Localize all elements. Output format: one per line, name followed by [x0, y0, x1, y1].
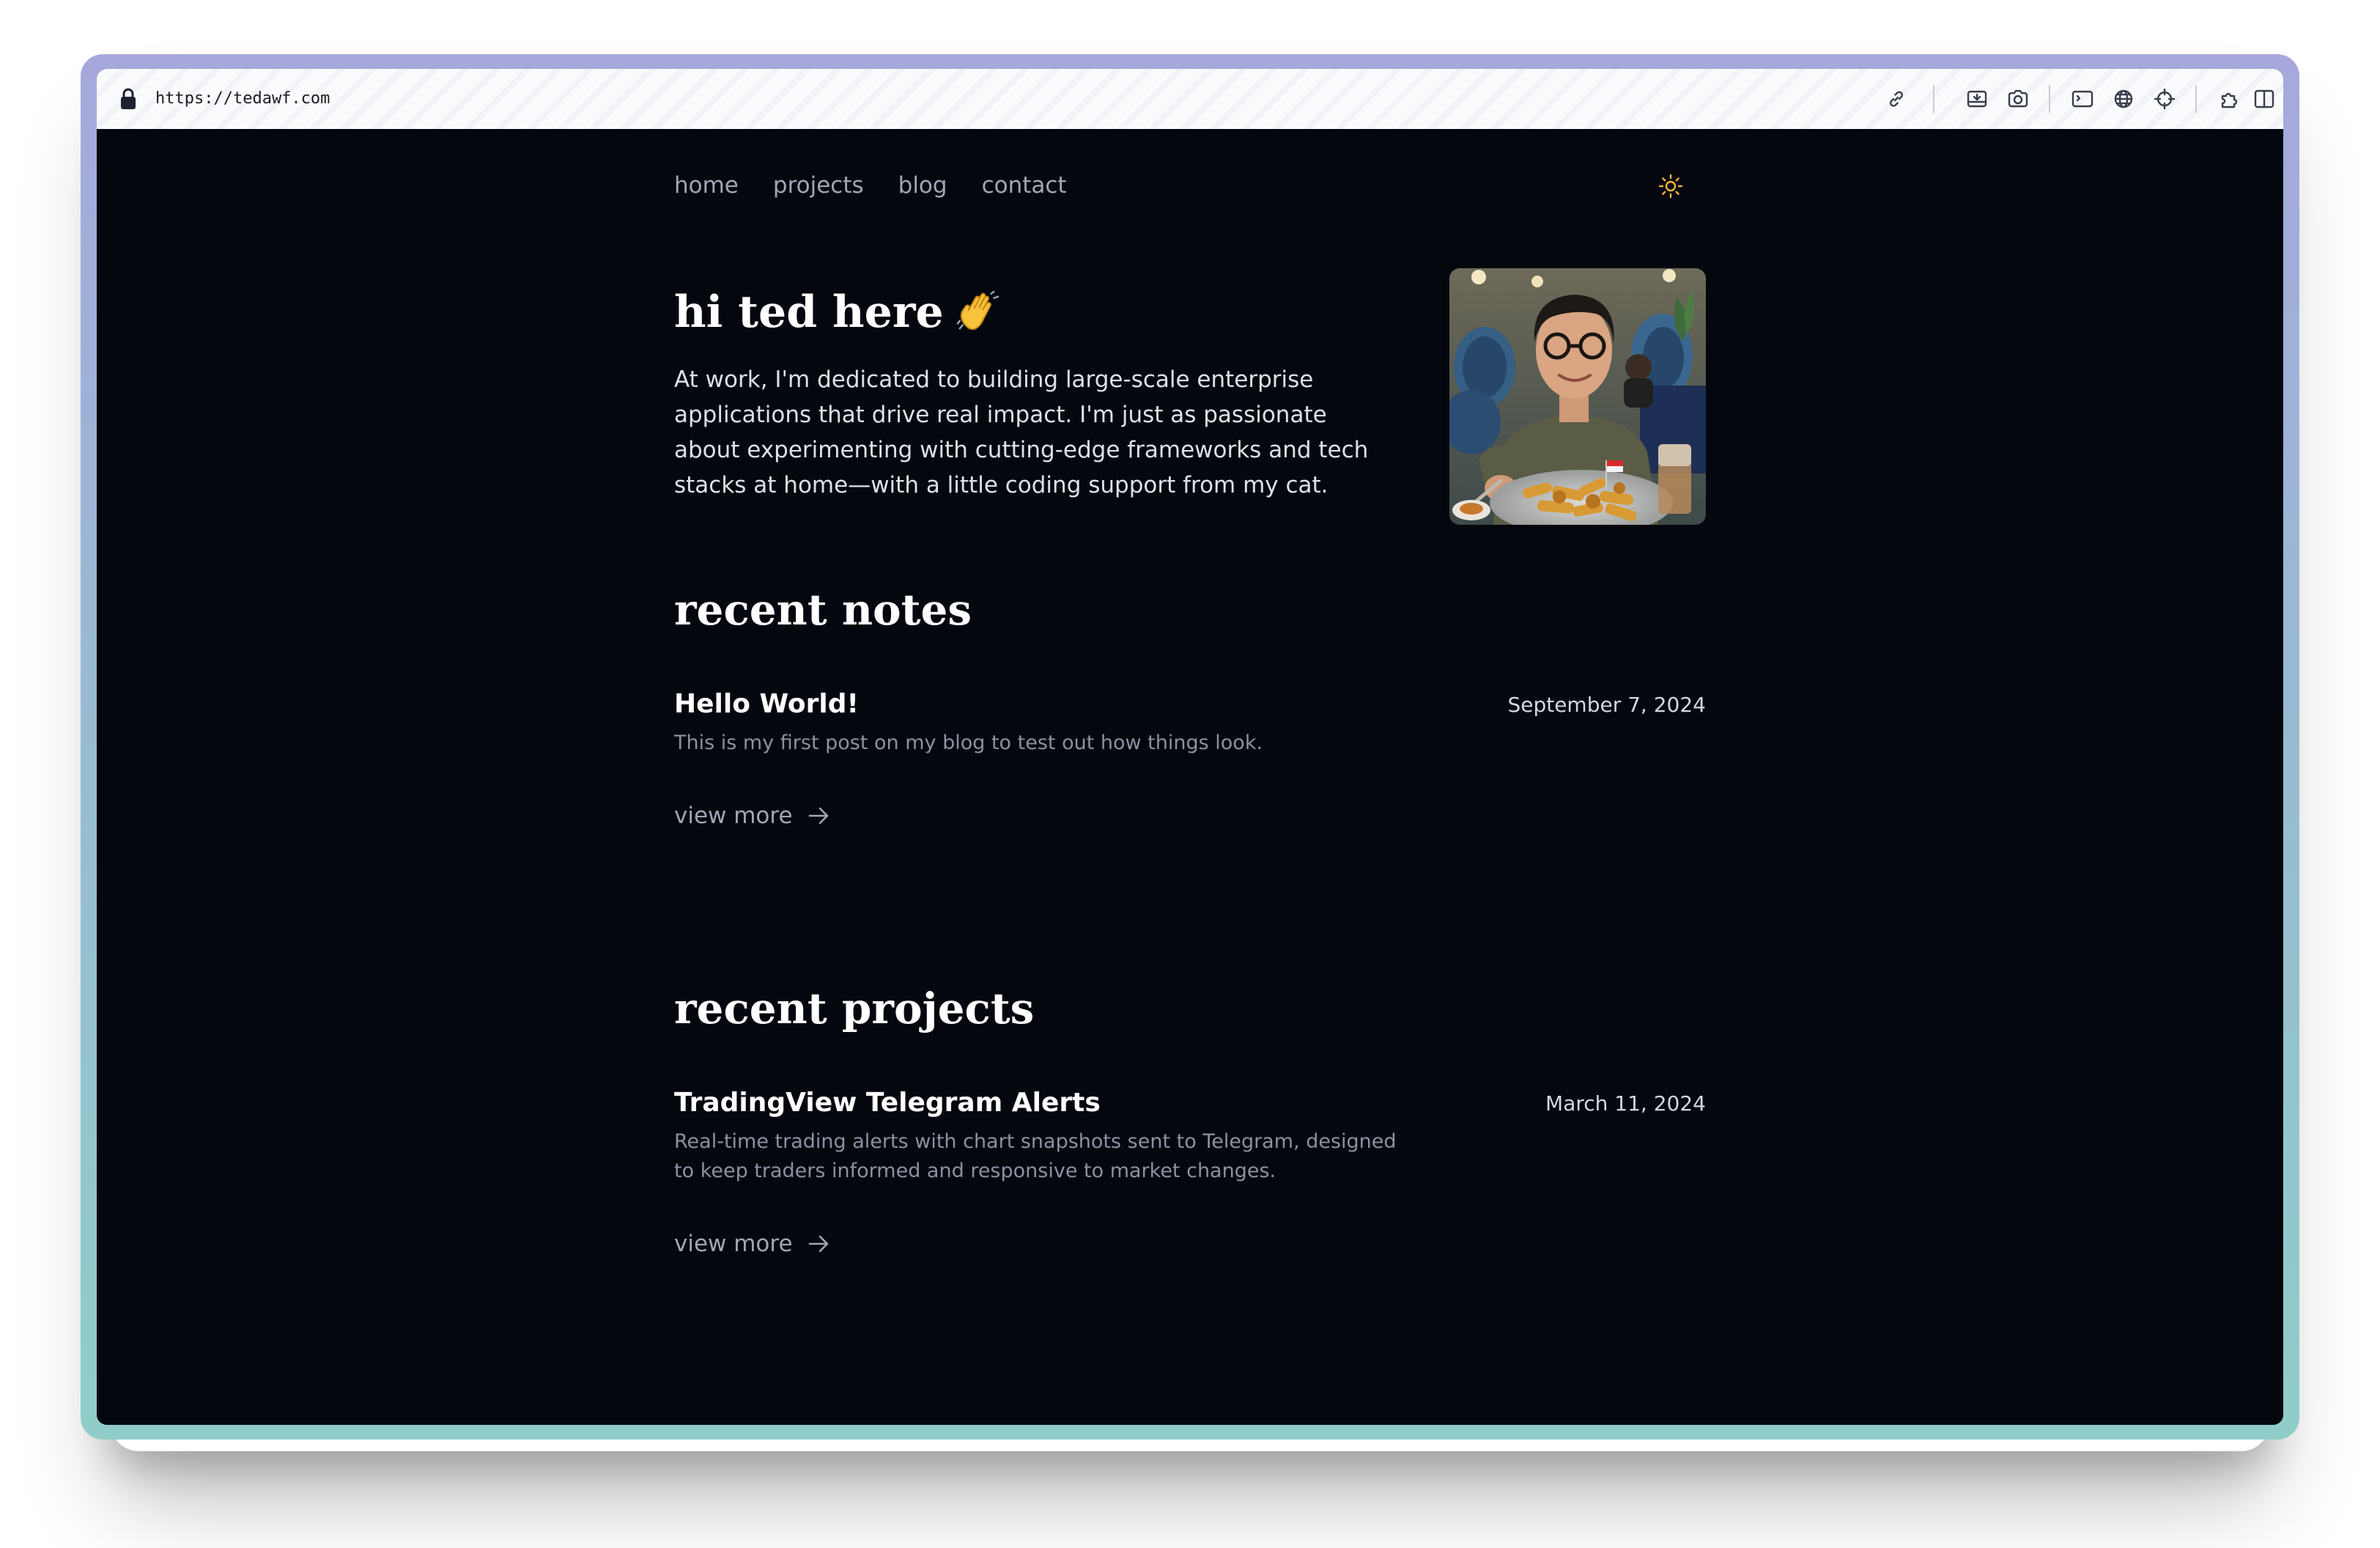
project-description: Real-time trading alerts with chart snap… [674, 1130, 1397, 1182]
browser-window: https://tedawf.com home projects blog co… [97, 69, 2283, 1425]
url-text[interactable]: https://tedawf.com [155, 86, 330, 111]
hero-title-text: hi ted here [674, 287, 944, 338]
recent-projects-heading: recent projects [674, 984, 1035, 1033]
waving-hand-icon [956, 290, 999, 330]
sun-icon[interactable] [1658, 173, 1684, 199]
globe-icon[interactable] [2109, 84, 2138, 114]
project-date: March 11, 2024 [1545, 1091, 1706, 1116]
nav-home-link[interactable]: home [674, 167, 739, 204]
nav-blog-link[interactable]: blog [898, 167, 947, 204]
note-date: September 7, 2024 [1507, 693, 1706, 717]
recent-notes-heading: recent notes [674, 585, 972, 635]
extension-icon[interactable] [2216, 84, 2245, 114]
nav-contact-link[interactable]: contact [982, 167, 1067, 204]
terminal-icon[interactable] [2068, 84, 2097, 114]
lock-icon [121, 88, 136, 109]
projects-view-more-label: view more [674, 1231, 793, 1257]
hero-title: hi ted here [674, 283, 1001, 342]
hero-description: At work, I'm dedicated to building large… [674, 366, 1369, 498]
toolbar-separator [2049, 85, 2050, 113]
camera-icon[interactable] [2003, 84, 2033, 114]
download-icon[interactable] [1962, 84, 1992, 114]
arrow-right-icon [808, 807, 828, 825]
sidebar-icon[interactable] [2250, 84, 2279, 114]
note-title-link[interactable]: Hello World! [674, 686, 859, 723]
note-description: This is my first post on my blog to test… [674, 731, 1263, 754]
projects-view-more-link[interactable]: view more [674, 1226, 831, 1262]
avatar [1449, 268, 1706, 525]
profile-photo [1449, 268, 1706, 525]
crosshair-icon[interactable] [2150, 84, 2179, 114]
link-icon[interactable] [1882, 84, 1911, 114]
page-content: home projects blog contact hi ted here A… [97, 129, 2283, 1425]
url-bar[interactable]: https://tedawf.com [97, 69, 2283, 130]
notes-view-more-label: view more [674, 803, 793, 829]
main-nav: home projects blog contact [674, 167, 1067, 204]
arrow-right-icon [808, 1235, 828, 1253]
project-title-link[interactable]: TradingView Telegram Alerts [674, 1085, 1101, 1121]
notes-view-more-link[interactable]: view more [674, 797, 831, 834]
toolbar-separator [1933, 85, 1934, 113]
nav-projects-link[interactable]: projects [773, 167, 864, 204]
toolbar-separator [2195, 85, 2197, 113]
